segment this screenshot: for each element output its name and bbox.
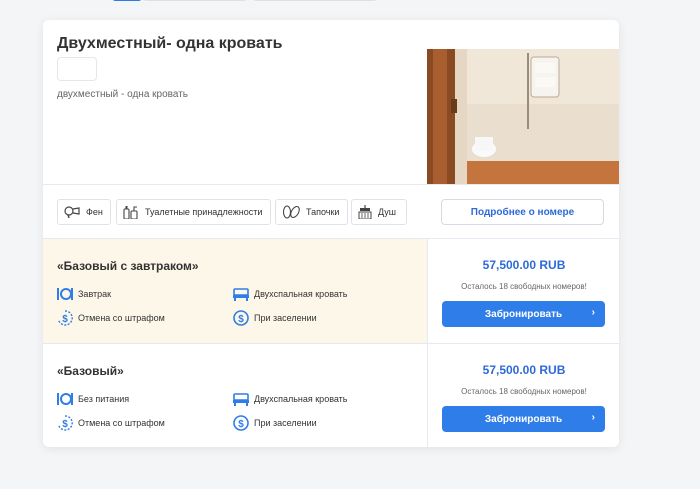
amenity-label: Душ	[378, 207, 397, 217]
amenity-shower: Душ	[351, 199, 407, 225]
amenity-label: Туалетные принадлежности	[145, 207, 263, 217]
book-button[interactable]: Забронировать ›	[442, 406, 605, 432]
feature-label: Двухспальная кровать	[254, 289, 348, 299]
svg-text:$: $	[238, 314, 244, 325]
rate-price: 57,500.00 RUB	[482, 258, 566, 272]
amenity-slippers: Тапочки	[275, 199, 348, 225]
payment-icon: $	[233, 415, 249, 431]
hairdryer-icon	[64, 206, 80, 218]
room-subtitle: двухместный - одна кровать	[57, 89, 188, 100]
cancellation-fee-icon: $	[57, 415, 73, 431]
feature-label: При заселении	[254, 418, 317, 428]
book-button[interactable]: Забронировать ›	[442, 301, 605, 327]
bed-icon	[233, 393, 249, 406]
chevron-right-icon: ›	[591, 307, 595, 318]
amenity-label: Тапочки	[306, 207, 340, 217]
bed-icon	[233, 288, 249, 301]
rate-feature-meal: Завтрак	[57, 287, 111, 301]
bathroom-photo-image	[427, 49, 619, 184]
svg-text:$: $	[62, 419, 68, 430]
svg-text:$: $	[62, 314, 68, 325]
rate-row: «Базовый» Без питания Двухспальная крова…	[43, 343, 619, 447]
meal-icon	[57, 393, 73, 405]
availability-text: Осталось 18 свободных номеров!	[461, 387, 587, 396]
room-header: Двухместный- одна кровать двухместный - …	[43, 20, 619, 184]
chevron-right-icon: ›	[591, 412, 595, 423]
top-tabs	[0, 0, 700, 4]
rate-info: «Базовый» Без питания Двухспальная крова…	[43, 344, 427, 447]
room-card: Двухместный- одна кровать двухместный - …	[43, 20, 619, 447]
payment-icon: $	[233, 310, 249, 326]
meal-icon	[57, 288, 73, 300]
amenity-toiletries: Туалетные принадлежности	[116, 199, 271, 225]
rate-name: «Базовый с завтраком»	[57, 259, 199, 273]
svg-text:$: $	[238, 419, 244, 430]
feature-label: Завтрак	[78, 289, 112, 299]
rate-feature-meal: Без питания	[57, 392, 129, 406]
book-button-label: Забронировать	[484, 308, 563, 320]
rate-feature-bed: Двухспальная кровать	[233, 287, 348, 301]
feature-label: Двухспальная кровать	[254, 394, 348, 404]
rate-booking: 57,500.00 RUB Осталось 18 свободных номе…	[427, 344, 619, 447]
book-button-label: Забронировать	[484, 413, 563, 425]
rate-feature-payment: $ При заселении	[233, 415, 317, 431]
cancellation-fee-icon: $	[57, 310, 73, 326]
rate-feature-payment: $ При заселении	[233, 310, 317, 326]
rate-feature-cancellation: $ Отмена со штрафом	[57, 415, 165, 431]
tab[interactable]	[143, 0, 247, 1]
rate-price: 57,500.00 RUB	[482, 363, 566, 377]
tab[interactable]	[253, 0, 377, 1]
availability-text: Осталось 18 свободных номеров!	[461, 282, 587, 291]
toiletries-icon	[123, 206, 138, 219]
rate-name: «Базовый»	[57, 364, 124, 378]
feature-label: При заселении	[254, 313, 317, 323]
shower-icon	[358, 205, 372, 219]
rate-info: «Базовый с завтраком» Завтрак Двухспальн…	[43, 239, 427, 343]
rate-feature-cancellation: $ Отмена со штрафом	[57, 310, 165, 326]
room-badge	[57, 57, 97, 81]
feature-label: Отмена со штрафом	[78, 313, 165, 323]
amenities-bar: Фен Туалетные принадлежности Тапочки Душ…	[43, 184, 619, 238]
slippers-icon	[282, 205, 300, 219]
amenity-label: Фен	[86, 207, 103, 217]
rate-booking: 57,500.00 RUB Осталось 18 свободных номе…	[427, 239, 619, 343]
room-details-button[interactable]: Подробнее о номере	[441, 199, 604, 225]
amenity-hairdryer: Фен	[57, 199, 111, 225]
rate-row: «Базовый с завтраком» Завтрак Двухспальн…	[43, 238, 619, 343]
feature-label: Без питания	[78, 394, 130, 404]
rate-feature-bed: Двухспальная кровать	[233, 392, 348, 406]
feature-label: Отмена со штрафом	[78, 418, 165, 428]
tab-active-indicator[interactable]	[113, 0, 141, 1]
room-photo[interactable]	[427, 49, 619, 184]
room-title: Двухместный- одна кровать	[57, 35, 283, 52]
